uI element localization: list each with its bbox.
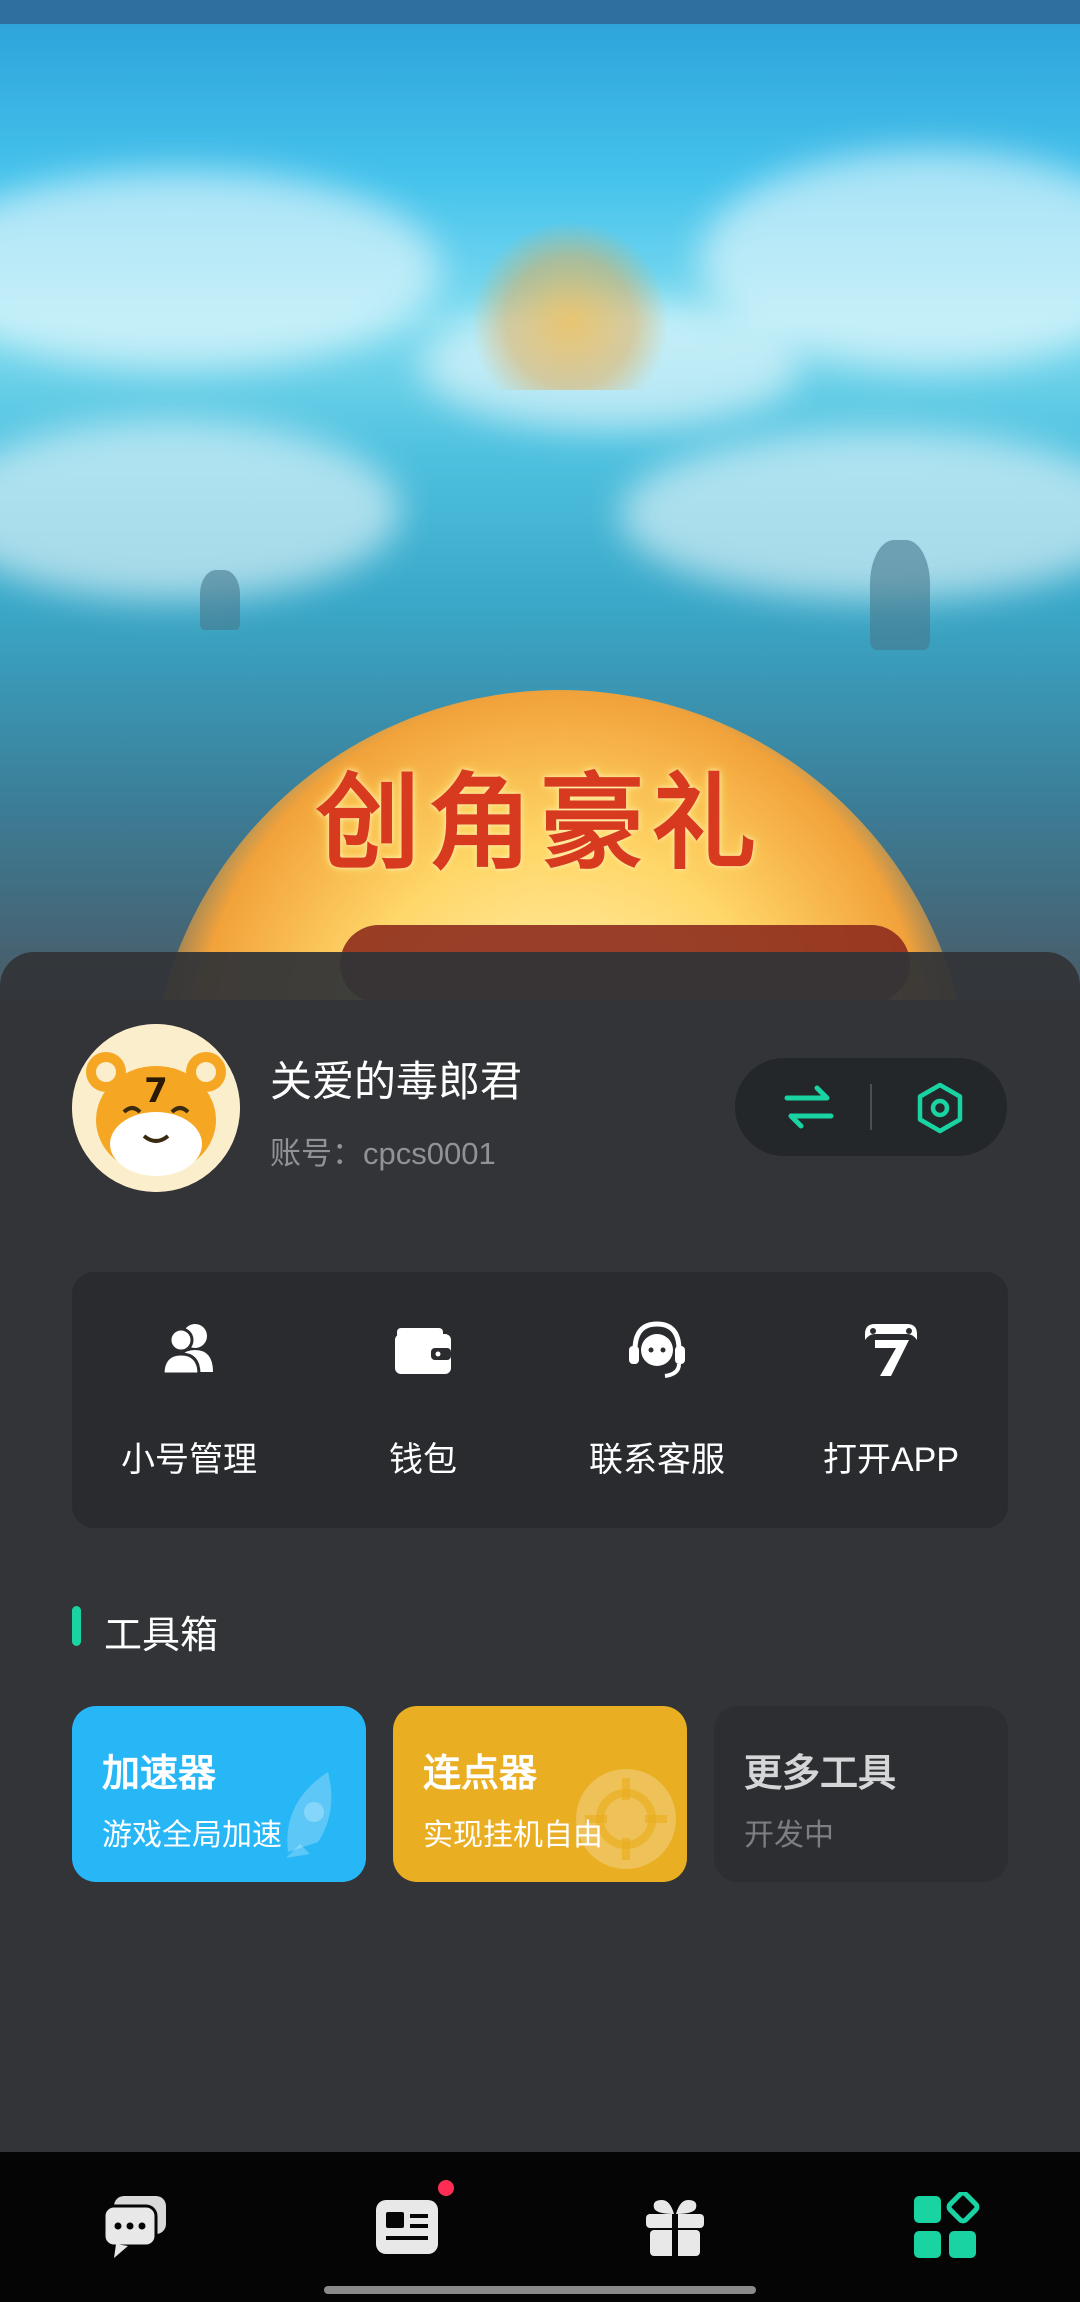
toolbox-title: 工具箱 xyxy=(104,1615,219,1657)
nav-item-apps[interactable] xyxy=(910,2190,980,2262)
gift-icon xyxy=(646,2200,704,2256)
quick-action-label: 小号管理 xyxy=(121,1441,257,1479)
bottom-nav xyxy=(0,2152,1080,2302)
quick-action-label: 打开APP xyxy=(822,1441,960,1479)
section-accent-bar xyxy=(72,1606,81,1646)
user-name: 关爱的毒郎君 xyxy=(270,1058,523,1105)
banner-title: 创角豪礼 xyxy=(315,761,764,884)
tool-accelerator[interactable]: 加速器 游戏全局加速 xyxy=(72,1706,366,1882)
home-indicator xyxy=(324,2286,756,2294)
headset-icon xyxy=(629,1321,685,1378)
quick-action-label: 联系客服 xyxy=(589,1441,725,1479)
users-icon xyxy=(161,1324,213,1376)
wallet-icon xyxy=(395,1328,451,1374)
tool-name: 加速器 xyxy=(102,1753,217,1795)
nav-item-news[interactable] xyxy=(372,2192,442,2262)
header-action-pill xyxy=(735,1058,1007,1156)
switch-account-button[interactable] xyxy=(781,1082,837,1132)
svg-text:7: 7 xyxy=(144,1071,168,1111)
tool-name: 连点器 xyxy=(423,1753,538,1795)
tool-more[interactable]: 更多工具 开发中 xyxy=(714,1706,1008,1882)
chat-bubbles-icon xyxy=(102,2196,166,2258)
tool-desc: 开发中 xyxy=(744,1819,834,1852)
hexagon-settings-icon xyxy=(917,1082,963,1134)
nav-item-chat[interactable] xyxy=(100,2192,170,2262)
status-strip xyxy=(0,0,1080,24)
tool-name: 更多工具 xyxy=(744,1753,897,1795)
quick-action-open-app[interactable]: 打开APP xyxy=(774,1272,1008,1528)
game-background: 创角豪礼 xyxy=(0,0,1080,1000)
news-badge xyxy=(438,2180,454,2196)
tool-desc: 实现挂机自由 xyxy=(423,1819,603,1852)
tool-desc: 游戏全局加速 xyxy=(102,1819,282,1852)
quick-action-wallet[interactable]: 钱包 xyxy=(306,1272,540,1528)
rocket-icon xyxy=(286,1772,332,1858)
settings-button[interactable] xyxy=(914,1082,966,1134)
tool-auto-clicker[interactable]: 连点器 实现挂机自由 xyxy=(393,1706,687,1882)
apps-grid-icon xyxy=(914,2190,980,2258)
avatar[interactable]: 7 xyxy=(72,1024,240,1192)
quick-action-sub-accounts[interactable]: 小号管理 xyxy=(72,1272,306,1528)
pill-divider xyxy=(870,1084,872,1130)
swap-arrows-icon xyxy=(784,1085,834,1129)
quick-actions-card: 小号管理 钱包 联系客服 打开APP xyxy=(72,1272,1008,1528)
app-7-icon xyxy=(865,1324,917,1376)
quick-action-support[interactable]: 联系客服 xyxy=(540,1272,774,1528)
quick-action-label: 钱包 xyxy=(389,1441,457,1479)
news-icon xyxy=(376,2200,438,2254)
nav-item-gifts[interactable] xyxy=(640,2192,710,2262)
palace-silhouette xyxy=(470,220,670,390)
tiger-avatar-icon: 7 xyxy=(72,1024,240,1192)
account-id: 账号：cpcs0001 xyxy=(270,1136,496,1171)
